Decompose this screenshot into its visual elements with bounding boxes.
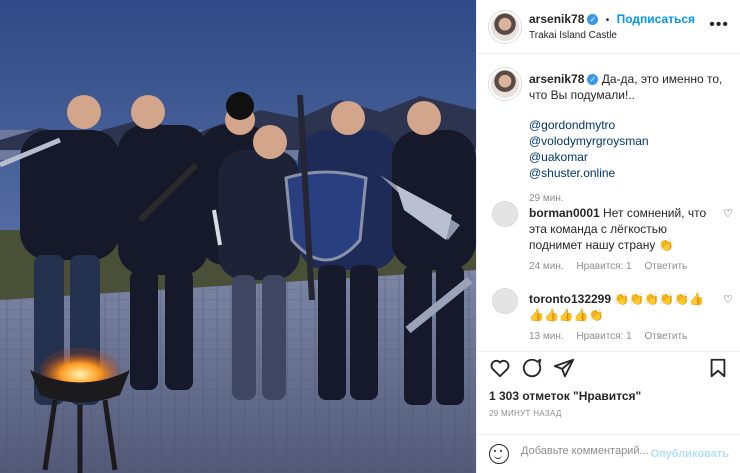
publish-button[interactable]: Опубликовать: [650, 448, 729, 460]
caption-mentions: @gordondmytro @volodymyrgroysman @uakoma…: [529, 117, 733, 181]
comment-item: toronto132299 👏👏👏👏👏👍👍👍👍👍👏 13 мин. Нравит…: [529, 291, 709, 342]
instagram-post: arsenik78 ✓ • Подписаться Trakai Island C…: [0, 0, 740, 473]
comment-username[interactable]: toronto132299: [529, 292, 611, 306]
comment-likes[interactable]: Нравится: 1: [576, 331, 631, 342]
verified-badge-icon: ✓: [587, 14, 599, 26]
comment-username[interactable]: borman0001: [529, 206, 600, 220]
comment-like-heart-icon[interactable]: ♡: [723, 207, 733, 220]
separator-dot: •: [605, 15, 610, 26]
caption: arsenik78 ✓ Да-да, это именно то, что Вы …: [529, 71, 733, 204]
post-timestamp[interactable]: 29 МИНУТ НАЗАД: [489, 409, 562, 418]
caption-author-avatar[interactable]: [489, 68, 521, 100]
comment-icon[interactable]: [521, 357, 543, 379]
post-actions: [477, 351, 740, 381]
post-location[interactable]: Trakai Island Castle: [529, 30, 617, 41]
author-username[interactable]: arsenik78: [529, 12, 584, 26]
post-header: arsenik78 ✓ • Подписаться Trakai Island C…: [477, 0, 740, 54]
comment-likes[interactable]: Нравится: 1: [576, 261, 631, 272]
follow-button[interactable]: Подписаться: [617, 12, 695, 26]
verified-badge-icon: ✓: [587, 74, 599, 86]
caption-text-block: arsenik78 ✓ Да-да, это именно то, что Вы …: [529, 71, 733, 103]
caption-time[interactable]: 29 мин.: [529, 193, 733, 204]
comment-input[interactable]: [521, 445, 671, 457]
comment-reply-button[interactable]: Ответить: [644, 261, 687, 272]
commenter-avatar[interactable]: [492, 288, 518, 314]
caption-username[interactable]: arsenik78: [529, 72, 584, 86]
bookmark-icon[interactable]: [707, 357, 729, 379]
mention-link[interactable]: @gordondmytro: [529, 118, 615, 132]
comment-time[interactable]: 13 мин.: [529, 331, 564, 342]
comment-meta: 24 мин. Нравится: 1 Ответить: [529, 261, 709, 272]
comment-like-heart-icon[interactable]: ♡: [723, 293, 733, 306]
more-options-icon[interactable]: •••: [709, 16, 729, 34]
photo-illustration: [0, 0, 476, 473]
commenter-avatar[interactable]: [492, 201, 518, 227]
likes-count[interactable]: 1 303 отметок "Нравится": [489, 389, 641, 403]
post-photo[interactable]: [0, 0, 476, 473]
paper-plane-icon[interactable]: [553, 357, 575, 379]
mention-link[interactable]: @shuster.online: [529, 166, 615, 180]
mention-link[interactable]: @volodymyrgroysman: [529, 134, 649, 148]
comment-item: borman0001 Нет сомнений, что эта команда…: [529, 205, 709, 272]
smile-icon[interactable]: [489, 444, 509, 464]
comment-meta: 13 мин. Нравится: 1 Ответить: [529, 331, 709, 342]
mention-link[interactable]: @uakomar: [529, 150, 588, 164]
comments-panel[interactable]: arsenik78 ✓ Да-да, это именно то, что Вы …: [477, 55, 740, 351]
comment-reply-button[interactable]: Ответить: [644, 331, 687, 342]
author-avatar[interactable]: [489, 11, 521, 43]
post-sidebar: arsenik78 ✓ • Подписаться Trakai Island C…: [476, 0, 740, 473]
header-title-row: arsenik78 ✓ • Подписаться: [529, 12, 695, 26]
heart-icon[interactable]: [489, 357, 511, 379]
comment-time[interactable]: 24 мин.: [529, 261, 564, 272]
comment-composer: Опубликовать: [477, 434, 740, 473]
